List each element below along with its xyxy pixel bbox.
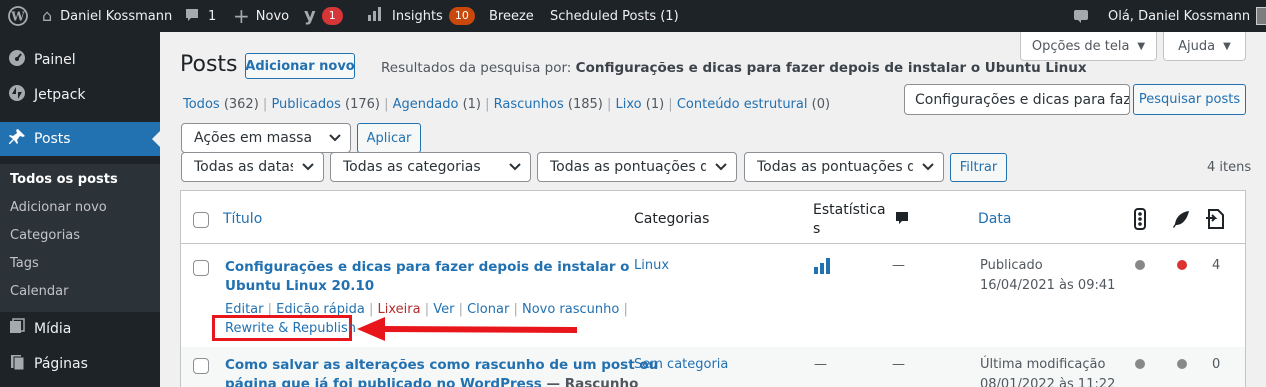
pages-icon <box>0 353 34 375</box>
date-filter-select[interactable]: Todas as datas <box>181 152 324 182</box>
post-status-views: Todos (362) | Publicados (176) | Agendad… <box>183 97 831 112</box>
seo-score-column-icon <box>1134 208 1146 234</box>
comments-count: — <box>892 258 905 273</box>
category-link[interactable]: Sem categoria <box>634 357 728 372</box>
date-value: 16/04/2021 às 09:41 <box>980 278 1116 293</box>
menu-item-midia[interactable]: Mídia <box>0 312 160 346</box>
search-input[interactable]: Configurações e dicas para fazer <box>904 84 1130 115</box>
new-content-link[interactable]: + Novo <box>233 0 289 32</box>
menu-item-paginas[interactable]: Páginas <box>0 347 160 381</box>
rewrite-republish-link[interactable]: Rewrite & Republish <box>225 321 356 336</box>
media-icon <box>0 318 34 340</box>
readability-score-dot <box>1177 359 1187 369</box>
post-title-link[interactable]: Como salvar as alterações como rascunho … <box>225 356 658 387</box>
comment-icon <box>184 7 200 26</box>
yoast-link[interactable]: y 1 <box>304 0 343 32</box>
chevron-down-icon <box>921 159 935 176</box>
filter-button[interactable]: Filtrar <box>950 153 1007 182</box>
site-name-link[interactable]: ⌂ Daniel Kossmann <box>42 0 172 32</box>
apply-button[interactable]: Aplicar <box>357 123 421 153</box>
chevron-down-icon <box>301 159 315 176</box>
search-posts-button[interactable]: Pesquisar posts <box>1133 84 1246 115</box>
notifications-icon[interactable] <box>1073 0 1089 32</box>
search-results-label: Resultados da pesquisa por: Configuraçõe… <box>381 60 1087 76</box>
seo-score-dot <box>1135 359 1145 369</box>
category-filter-select[interactable]: Todas as categorias <box>330 152 531 182</box>
readability-filter-select[interactable]: Todas as pontuações de le <box>744 152 944 182</box>
seo-score-filter-select[interactable]: Todas as pontuações de S <box>537 152 737 182</box>
category-link[interactable]: Linux <box>634 258 669 273</box>
view-drafts[interactable]: Rascunhos (185) <box>494 97 603 112</box>
readability-score-dot <box>1177 260 1187 270</box>
chevron-down-icon <box>508 159 522 176</box>
select-all-checkbox[interactable] <box>193 212 209 228</box>
yoast-icon: y <box>304 5 316 26</box>
help-tab[interactable]: Ajuda ▼ <box>1163 32 1246 61</box>
submenu-add-new[interactable]: Adicionar novo <box>10 200 107 215</box>
triangle-down-icon: ▼ <box>1223 40 1231 52</box>
links-column-icon <box>1204 208 1226 234</box>
page-title: Posts <box>180 52 238 77</box>
pin-icon <box>0 128 34 150</box>
insights-link[interactable]: Insights 10 <box>367 0 475 32</box>
submenu-all-posts[interactable]: Todos os posts <box>10 172 118 187</box>
stats-bar-icon[interactable] <box>814 258 832 278</box>
links-count: 0 <box>1212 357 1221 372</box>
date-status: Última modificação <box>980 357 1106 372</box>
submenu-calendar[interactable]: Calendar <box>10 284 68 299</box>
readability-column-icon <box>1171 209 1191 233</box>
posts-table: Título Categorias Estatística s Data Con… <box>180 190 1246 387</box>
menu-item-posts[interactable]: Posts <box>0 122 160 156</box>
view-published[interactable]: Publicados (176) <box>271 97 380 112</box>
breeze-link[interactable]: Breeze <box>489 0 534 32</box>
plus-icon: + <box>233 4 250 28</box>
add-new-button[interactable]: Adicionar novo <box>245 53 355 79</box>
seo-score-dot <box>1135 260 1145 270</box>
dashboard-icon <box>0 49 34 71</box>
chevron-down-icon <box>714 159 728 176</box>
column-stats-header: Estatística <box>813 202 886 218</box>
scheduled-posts-link[interactable]: Scheduled Posts (1) <box>550 0 679 32</box>
submenu-categories[interactable]: Categorias <box>10 228 80 243</box>
comments-count: — <box>892 357 905 372</box>
row-checkbox[interactable] <box>193 358 209 374</box>
chevron-down-icon <box>328 130 342 147</box>
column-title-header[interactable]: Título <box>223 211 262 227</box>
triangle-down-icon: ▼ <box>1137 40 1146 52</box>
menu-item-painel[interactable]: Painel <box>0 43 160 77</box>
date-status: Publicado <box>980 258 1043 273</box>
view-cornerstone[interactable]: Conteúdo estrutural (0) <box>677 97 830 112</box>
post-title-link[interactable]: Configurações e dicas para fazer depois … <box>225 258 629 296</box>
column-date-header[interactable]: Data <box>978 211 1011 227</box>
svg-text:W: W <box>10 10 25 24</box>
home-icon: ⌂ <box>42 6 53 25</box>
bulk-actions-select[interactable]: Ações em massa <box>181 123 351 153</box>
posts-submenu: Todos os posts Adicionar novo Categorias… <box>0 164 160 312</box>
items-count: 4 itens <box>1207 160 1252 175</box>
avatar <box>1256 7 1266 25</box>
row-checkbox[interactable] <box>193 260 209 276</box>
date-value: 08/01/2022 às 11:22 <box>980 377 1116 387</box>
jetpack-icon <box>0 84 34 106</box>
menu-item-jetpack[interactable]: Jetpack <box>0 78 160 112</box>
view-all[interactable]: Todos (362) <box>183 97 259 112</box>
view-scheduled[interactable]: Agendado (1) <box>393 97 481 112</box>
comments-link[interactable]: 1 <box>184 0 216 32</box>
column-categories-header: Categorias <box>634 211 710 227</box>
links-count: 4 <box>1212 258 1221 273</box>
view-trash[interactable]: Lixo (1) <box>616 97 665 112</box>
stats-value: — <box>814 357 827 372</box>
my-account-link[interactable]: Olá, Daniel Kossmann <box>1108 0 1266 32</box>
annotation-arrow <box>357 317 578 341</box>
column-stats-header-wrap: s <box>813 221 821 237</box>
wordpress-logo-icon[interactable]: W <box>8 0 28 32</box>
comments-column-icon <box>894 210 910 232</box>
admin-bar: W ⌂ Daniel Kossmann 1 + Novo y 1 Insight… <box>0 0 1266 32</box>
bar-chart-icon <box>367 6 383 26</box>
screen-options-tab[interactable]: Opções de tela ▼ <box>1020 32 1157 61</box>
submenu-tags[interactable]: Tags <box>10 256 39 271</box>
